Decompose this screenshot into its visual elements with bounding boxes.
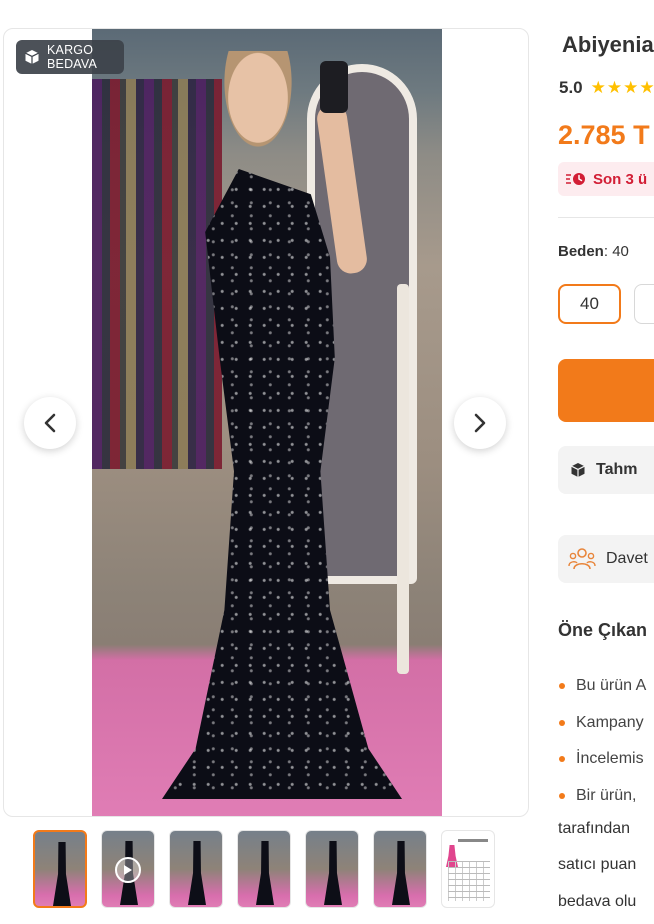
thumbnail-4[interactable] xyxy=(237,830,291,908)
badge-line-2: BEDAVA xyxy=(47,57,98,71)
package-icon xyxy=(571,463,585,477)
add-to-cart-button[interactable] xyxy=(558,359,654,422)
feature-continuation-2: satıcı puan xyxy=(558,856,637,873)
thumbnail-3[interactable] xyxy=(169,830,223,908)
clothing-rack xyxy=(92,79,222,469)
size-selection-label: Beden: 40 xyxy=(558,243,629,260)
divider xyxy=(558,217,654,218)
size-value: 40 xyxy=(612,243,629,260)
play-icon xyxy=(115,857,141,883)
size-chart-table xyxy=(448,861,490,901)
thumbnail-1[interactable] xyxy=(33,830,87,908)
star-rating-icon: ★★★★★ xyxy=(590,78,654,97)
size-chart-title xyxy=(458,839,488,842)
feature-item: Kampany xyxy=(558,711,646,748)
thumbnail-5[interactable] xyxy=(305,830,359,908)
shipping-estimate[interactable]: Tahm xyxy=(558,446,654,494)
size-option-40[interactable]: 40 xyxy=(558,284,621,324)
thumbnail-2-video[interactable] xyxy=(101,830,155,908)
chevron-right-icon xyxy=(474,413,486,433)
feature-continuation-3: bedava olu xyxy=(558,893,637,910)
thumbnail-figure xyxy=(392,841,410,905)
free-shipping-badge: KARGO BEDAVA xyxy=(16,40,124,74)
size-option-next[interactable] xyxy=(634,284,654,324)
feature-item: Bu ürün A xyxy=(558,674,646,711)
alert-text: Son 3 ü xyxy=(593,170,648,188)
invite-banner[interactable]: Davet xyxy=(558,535,654,583)
badge-text: KARGO BEDAVA xyxy=(47,43,97,71)
clock-alert-icon xyxy=(566,173,585,185)
thumbnail-figure xyxy=(53,842,71,906)
invite-label: Davet xyxy=(606,550,648,567)
features-list: Bu ürün A Kampany İncelemis Bir ürün, xyxy=(558,674,646,820)
next-image-button[interactable] xyxy=(454,397,506,449)
mirror-stand xyxy=(397,284,409,674)
model-phone xyxy=(320,61,348,113)
low-stock-alert: Son 3 ü xyxy=(558,162,654,196)
product-main-image[interactable] xyxy=(92,29,442,816)
product-title: Abiyenia xyxy=(562,32,654,57)
product-rating[interactable]: 5.0 ★★★★★ xyxy=(559,78,654,98)
model-head xyxy=(220,51,296,155)
thumbnail-figure xyxy=(256,841,274,905)
thumbnail-figure xyxy=(188,841,206,905)
product-price: 2.785 T xyxy=(558,120,650,150)
rating-score: 5.0 xyxy=(559,78,583,97)
chevron-left-icon xyxy=(44,413,56,433)
product-gallery: KARGO BEDAVA xyxy=(3,28,529,817)
previous-image-button[interactable] xyxy=(24,397,76,449)
feature-continuation-1: tarafından xyxy=(558,820,631,837)
feature-item: Bir ürün, xyxy=(558,784,646,821)
feature-item: İncelemis xyxy=(558,747,646,784)
package-icon xyxy=(24,49,40,65)
features-title: Öne Çıkan xyxy=(558,620,648,640)
thumbnail-figure xyxy=(324,841,342,905)
thumbnail-6[interactable] xyxy=(373,830,427,908)
size-label: Beden xyxy=(558,243,604,260)
badge-line-1: KARGO xyxy=(47,43,94,57)
thumbnail-strip xyxy=(33,830,495,908)
shipping-label: Tahm xyxy=(596,461,638,478)
thumbnail-7-size-chart[interactable] xyxy=(441,830,495,908)
people-icon xyxy=(568,548,596,570)
